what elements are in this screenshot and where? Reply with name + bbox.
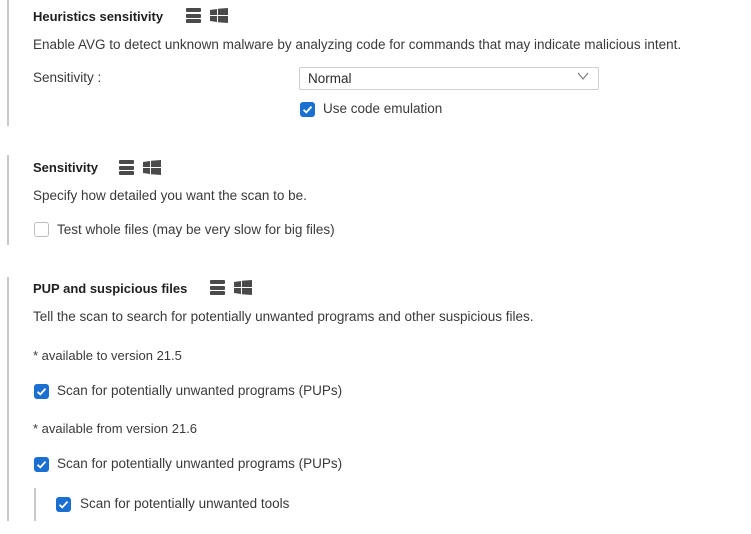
scan-pups-label-legacy[interactable]: Scan for potentially unwanted programs (…: [57, 383, 342, 398]
heuristics-platform-icons: [186, 8, 228, 23]
heuristics-title: Heuristics sensitivity: [33, 9, 164, 24]
server-icon: [119, 160, 134, 175]
test-whole-files-label[interactable]: Test whole files (may be very slow for b…: [57, 222, 335, 237]
sensitivity-level-label: Sensitivity :: [33, 70, 102, 85]
check-icon: [36, 387, 47, 396]
windows-icon: [210, 8, 228, 23]
check-icon: [58, 500, 69, 509]
pup-description: Tell the scan to search for potentially …: [33, 309, 534, 324]
sensitivity-level-value: Normal: [308, 71, 352, 86]
chevron-down-icon: [577, 72, 589, 80]
scan-pups-checkbox-legacy[interactable]: [34, 384, 49, 399]
sub-option-divider: [34, 488, 36, 521]
windows-icon: [143, 160, 161, 175]
section-divider-heuristics: [7, 0, 9, 126]
note-available-to-21-5: * available to version 21.5: [33, 348, 182, 363]
pup-platform-icons: [210, 280, 252, 295]
sensitivity-level-dropdown[interactable]: Normal: [299, 67, 599, 90]
heuristics-description: Enable AVG to detect unknown malware by …: [33, 37, 682, 52]
sensitivity-platform-icons: [119, 160, 161, 175]
scan-pups-label[interactable]: Scan for potentially unwanted programs (…: [57, 456, 342, 471]
section-divider-pup: [7, 277, 9, 521]
windows-icon: [234, 280, 252, 295]
pup-title: PUP and suspicious files: [33, 281, 188, 296]
server-icon: [210, 280, 225, 295]
note-available-from-21-6: * available from version 21.6: [33, 421, 198, 436]
use-code-emulation-label[interactable]: Use code emulation: [323, 101, 442, 116]
server-icon: [186, 8, 201, 23]
scan-unwanted-tools-label[interactable]: Scan for potentially unwanted tools: [80, 496, 289, 511]
test-whole-files-checkbox[interactable]: [34, 222, 49, 237]
check-icon: [302, 105, 313, 114]
use-code-emulation-checkbox[interactable]: [300, 102, 315, 117]
scan-unwanted-tools-checkbox[interactable]: [56, 497, 71, 512]
sensitivity-description: Specify how detailed you want the scan t…: [33, 188, 307, 203]
scan-pups-checkbox[interactable]: [34, 457, 49, 472]
check-icon: [36, 460, 47, 469]
section-divider-sensitivity: [7, 155, 9, 245]
sensitivity-title: Sensitivity: [33, 160, 99, 175]
